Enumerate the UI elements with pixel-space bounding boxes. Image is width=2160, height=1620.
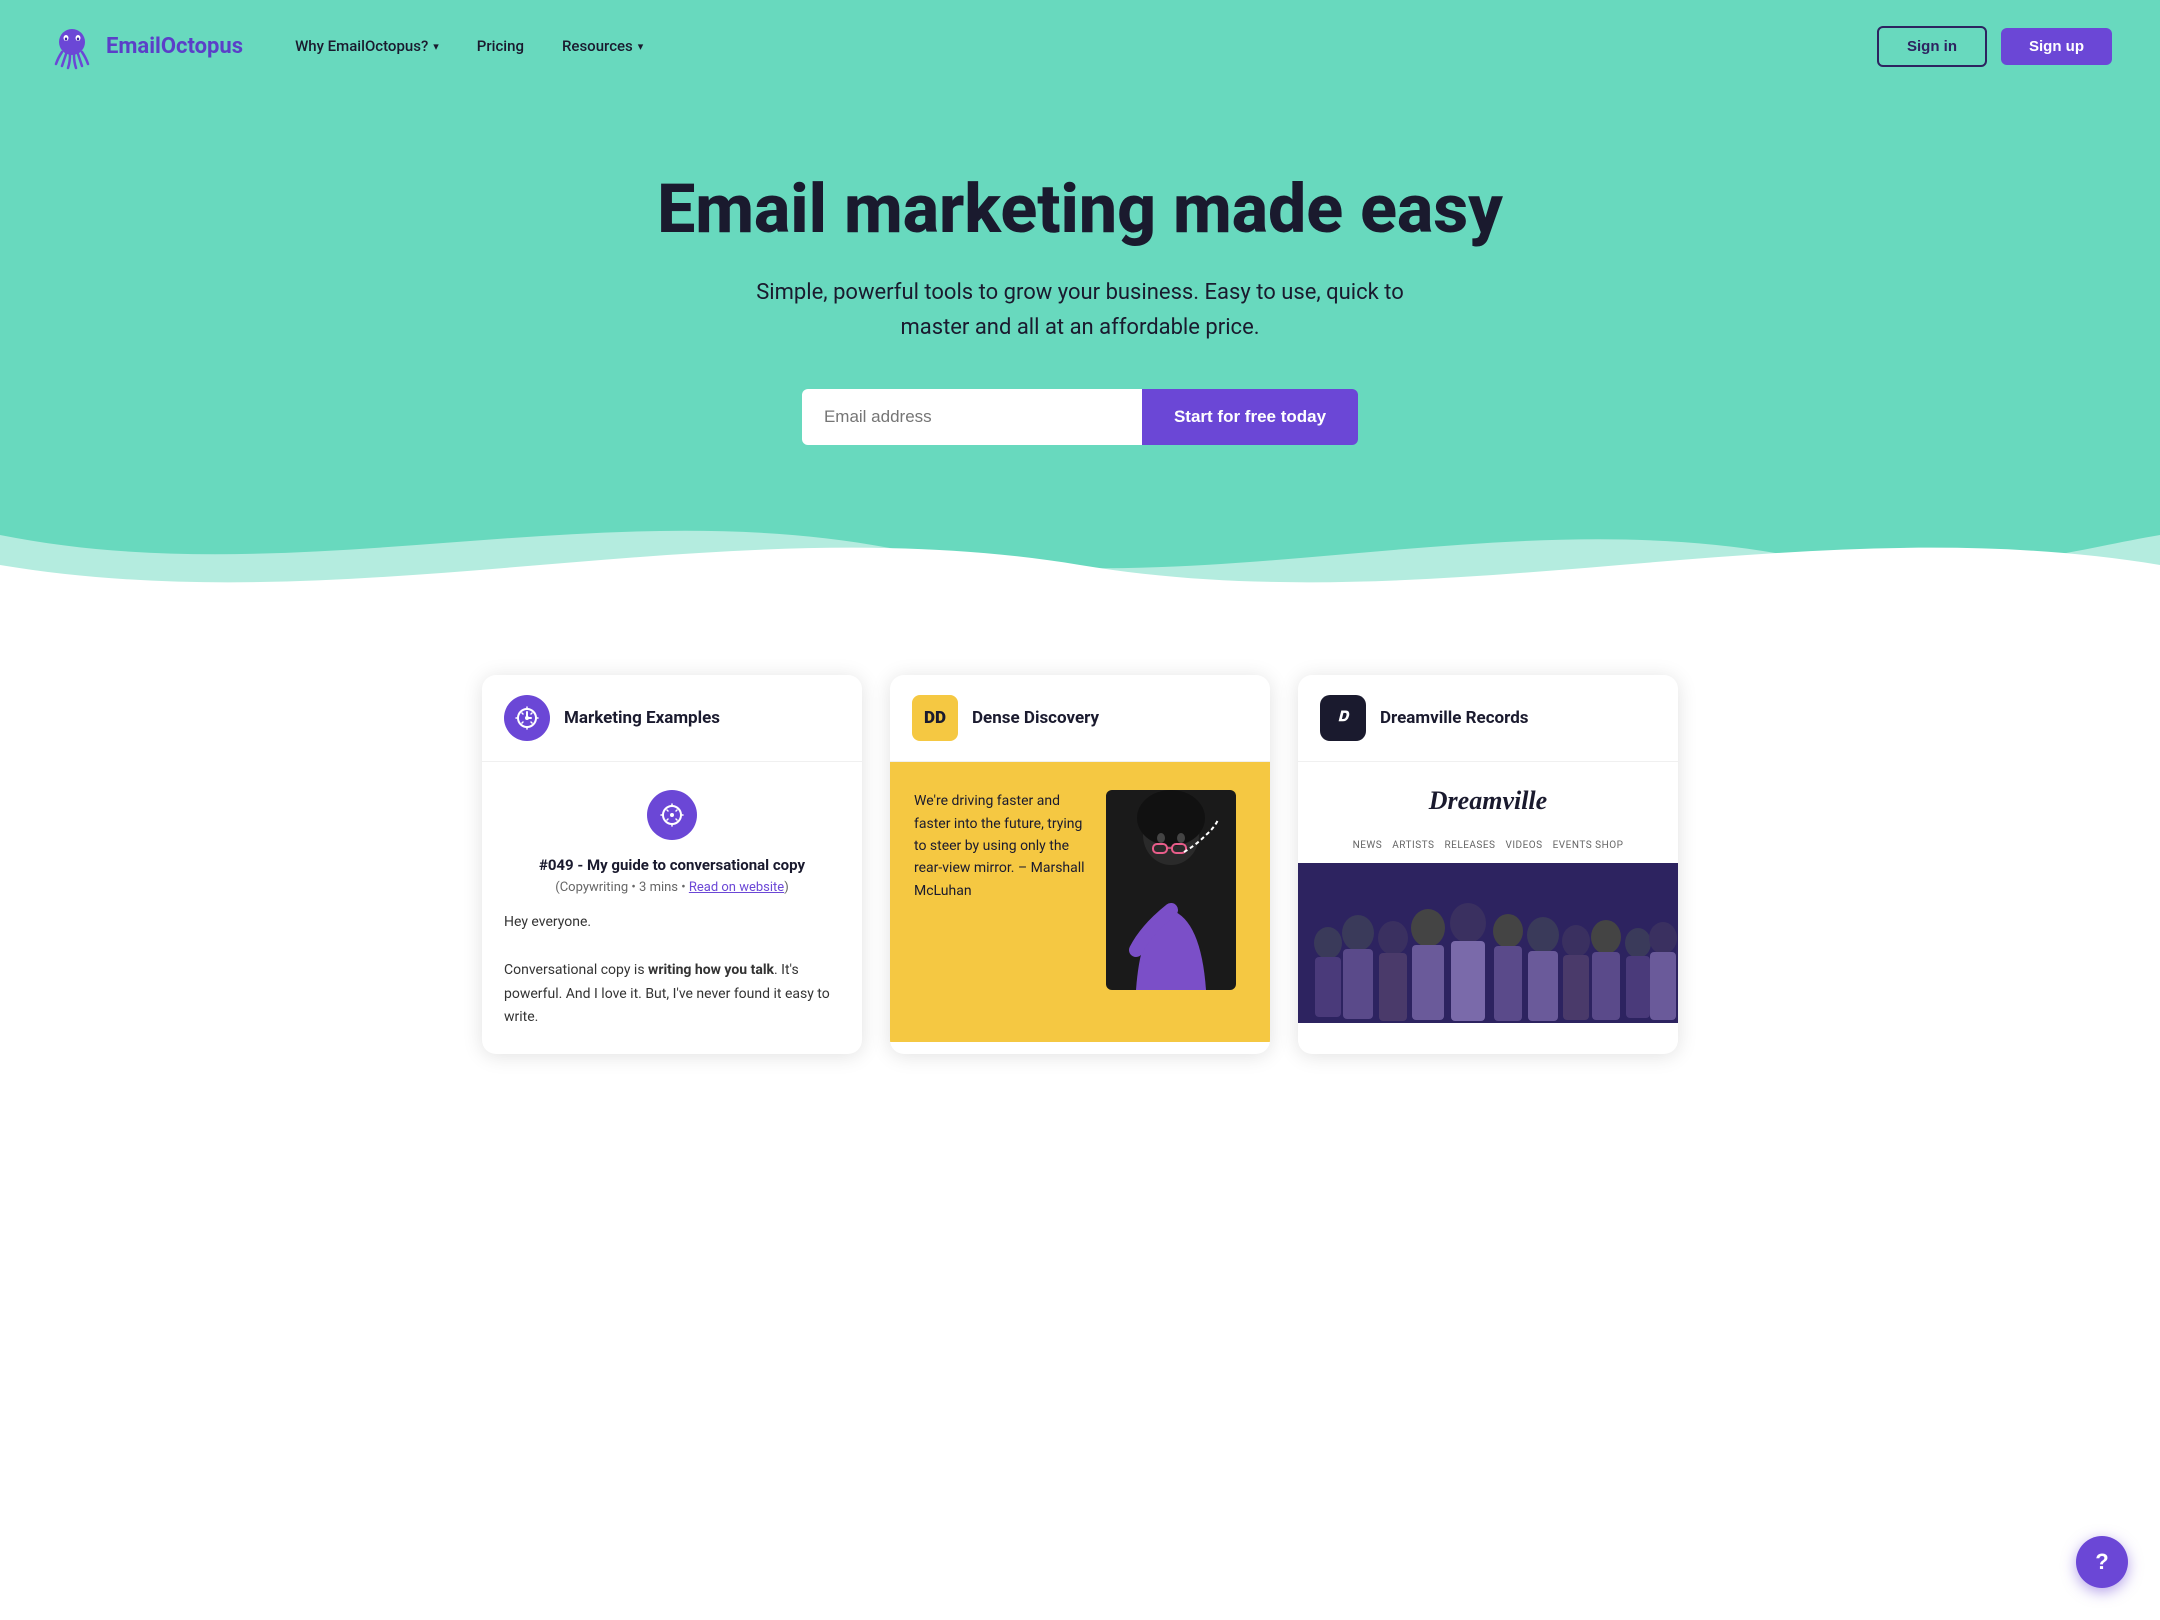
- chevron-down-icon: ▾: [433, 40, 439, 53]
- hero-form: Start for free today: [48, 389, 2112, 445]
- dr-image-area: [1298, 863, 1678, 1023]
- nav-why-link[interactable]: Why EmailOctopus? ▾: [295, 37, 439, 55]
- logo-icon: [48, 22, 96, 70]
- cards-section: Marketing Examples #049 - My guide to co…: [0, 625, 2160, 1094]
- hero-title: Email marketing made easy: [48, 172, 2112, 247]
- hero-subtitle: Simple, powerful tools to grow your busi…: [740, 275, 1420, 345]
- email-input[interactable]: [802, 389, 1142, 445]
- signup-button[interactable]: Sign up: [2001, 28, 2112, 65]
- card-body-dd: We're driving faster and faster into the…: [890, 762, 1270, 1042]
- me-icon-wrap: [504, 790, 840, 840]
- card-body-me: #049 - My guide to conversational copy (…: [482, 762, 862, 1054]
- dd-quote: We're driving faster and faster into the…: [914, 790, 1086, 902]
- dd-person-illustration: [1106, 790, 1236, 990]
- card-title-me: Marketing Examples: [564, 708, 720, 728]
- marketing-examples-card: Marketing Examples #049 - My guide to co…: [482, 675, 862, 1054]
- me-post-meta: (Copywriting • 3 mins • Read on website): [504, 880, 840, 895]
- dreamville-records-card: 𝐃 Dreamville Records Dreamville NEWS ART…: [1298, 675, 1678, 1054]
- dr-group-photo: [1298, 863, 1678, 1023]
- me-icon: [647, 790, 697, 840]
- logo-link[interactable]: EmailOctopus: [48, 22, 243, 70]
- nav-links: Why EmailOctopus? ▾ Pricing Resources ▾: [295, 37, 1877, 55]
- logo-text: EmailOctopus: [106, 34, 243, 59]
- card-logo-dr: 𝐃: [1320, 695, 1366, 741]
- card-logo-me: [504, 695, 550, 741]
- nav-pricing-link[interactable]: Pricing: [477, 37, 524, 55]
- dr-logo-text: Dreamville: [1322, 786, 1654, 816]
- read-on-website-link[interactable]: Read on website: [689, 880, 784, 895]
- hero-section: Email marketing made easy Simple, powerf…: [0, 92, 2160, 525]
- dd-figure: [1106, 790, 1246, 994]
- card-title-dr: Dreamville Records: [1380, 708, 1529, 728]
- help-button[interactable]: ?: [2076, 1536, 2128, 1588]
- card-logo-dd: DD: [912, 695, 958, 741]
- me-post-body: Hey everyone. Conversational copy is wri…: [504, 911, 840, 1030]
- me-post-title: #049 - My guide to conversational copy: [504, 856, 840, 874]
- wave-divider: [0, 525, 2160, 625]
- card-body-dr: Dreamville NEWS ARTISTS RELEASES VIDEOS …: [1298, 762, 1678, 1042]
- card-header-dd: DD Dense Discovery: [890, 675, 1270, 762]
- dr-logo-area: Dreamville: [1298, 762, 1678, 840]
- navbar: EmailOctopus Why EmailOctopus? ▾ Pricing…: [0, 0, 2160, 92]
- chevron-down-icon-2: ▾: [638, 40, 644, 53]
- card-header-dr: 𝐃 Dreamville Records: [1298, 675, 1678, 762]
- card-header-me: Marketing Examples: [482, 675, 862, 762]
- card-title-dd: Dense Discovery: [972, 708, 1099, 728]
- dense-discovery-card: DD Dense Discovery We're driving faster …: [890, 675, 1270, 1054]
- signin-button[interactable]: Sign in: [1877, 26, 1987, 67]
- cta-button[interactable]: Start for free today: [1142, 389, 1358, 445]
- nav-resources-link[interactable]: Resources ▾: [562, 37, 643, 55]
- dr-nav: NEWS ARTISTS RELEASES VIDEOS EVENTS SHOP: [1298, 840, 1678, 851]
- nav-actions: Sign in Sign up: [1877, 26, 2112, 67]
